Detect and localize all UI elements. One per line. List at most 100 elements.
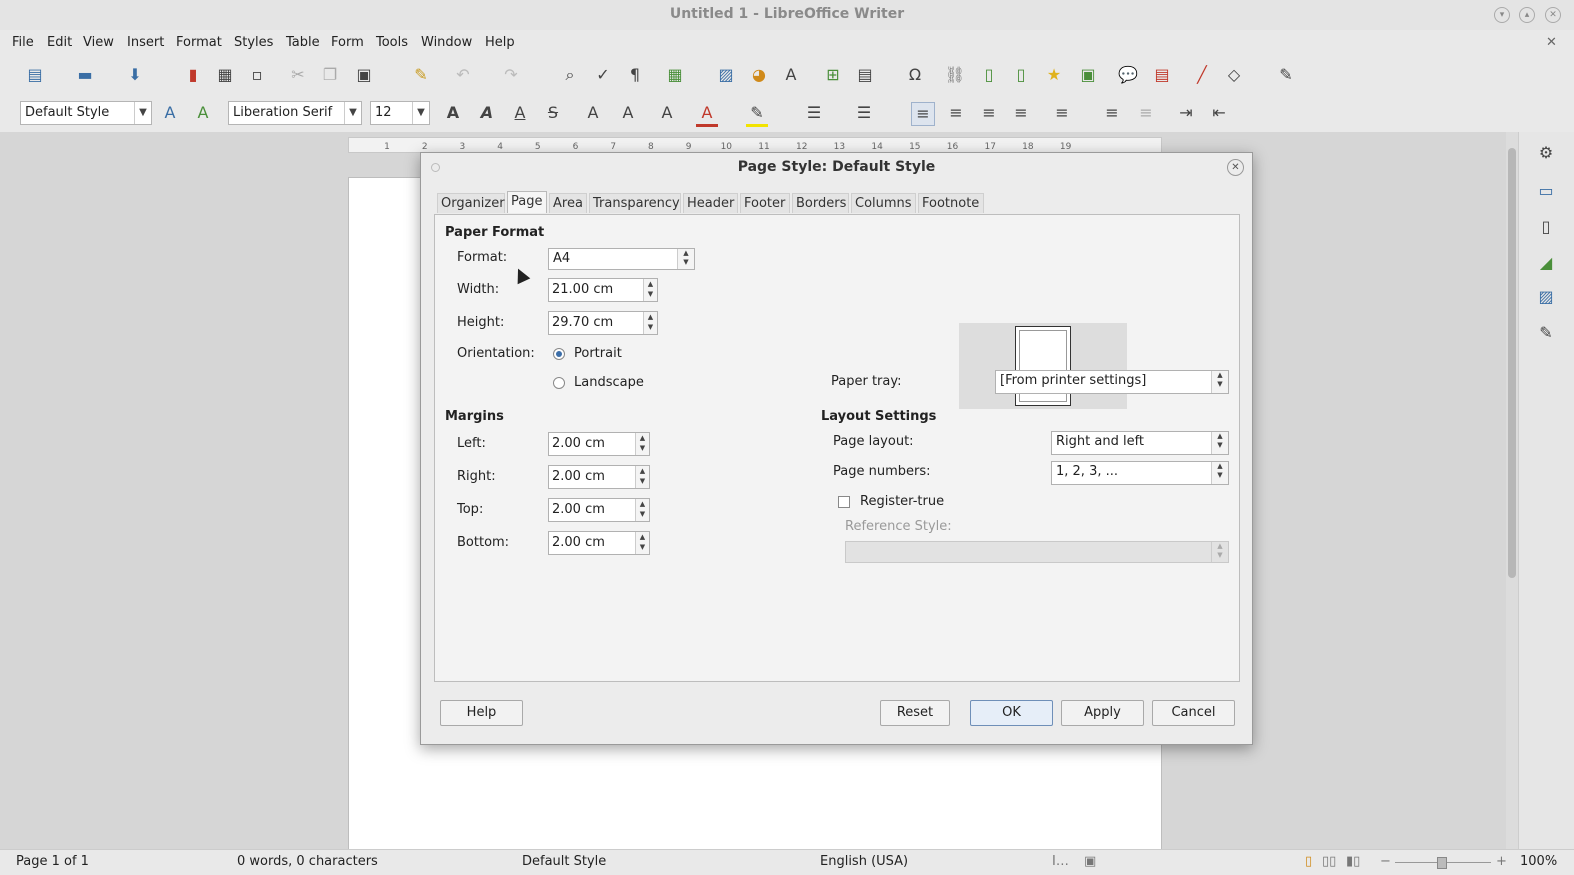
- menu-edit[interactable]: Edit: [47, 35, 72, 50]
- stepper-icon[interactable]: ▲ ▼: [635, 499, 649, 521]
- menu-styles[interactable]: Styles: [234, 35, 273, 50]
- special-character-icon[interactable]: Ω: [904, 64, 926, 86]
- bold-icon[interactable]: A: [442, 102, 464, 124]
- italic-icon[interactable]: A: [476, 102, 498, 124]
- update-style-icon[interactable]: A: [159, 102, 181, 124]
- page-numbers-select[interactable]: 1, 2, 3, ... ▲ ▼: [1051, 461, 1229, 485]
- margin-left-field[interactable]: 2.00 cm ▲ ▼: [548, 432, 650, 456]
- manage-changes-icon[interactable]: ✎: [1535, 322, 1557, 344]
- tab-columns[interactable]: Columns: [851, 193, 916, 213]
- gallery-icon[interactable]: ◢: [1535, 252, 1557, 274]
- track-changes-icon[interactable]: ▤: [1151, 64, 1173, 86]
- close-icon[interactable]: ✕: [1227, 159, 1244, 176]
- menu-file[interactable]: File: [12, 35, 34, 50]
- chevron-down-icon[interactable]: ▼: [344, 102, 361, 124]
- zoom-in-icon[interactable]: +: [1496, 854, 1507, 869]
- zoom-out-icon[interactable]: −: [1380, 854, 1391, 869]
- align-left-icon[interactable]: ≡: [911, 102, 935, 126]
- insert-page-break-icon[interactable]: ⊞: [822, 64, 844, 86]
- footnote-icon[interactable]: ▯: [978, 64, 1000, 86]
- margin-right-field[interactable]: 2.00 cm ▲ ▼: [548, 465, 650, 489]
- ordered-list-icon[interactable]: ☰: [853, 102, 875, 124]
- stepper-icon[interactable]: ▲ ▼: [643, 279, 657, 301]
- tab-area[interactable]: Area: [549, 193, 587, 213]
- menu-format[interactable]: Format: [176, 35, 222, 50]
- menu-tools[interactable]: Tools: [376, 35, 408, 50]
- menu-form[interactable]: Form: [331, 35, 364, 50]
- spelling-icon[interactable]: ✓: [592, 64, 614, 86]
- page-style-status[interactable]: Default Style: [522, 854, 606, 869]
- stepper-icon[interactable]: ▲ ▼: [635, 532, 649, 554]
- insert-field-icon[interactable]: ▤: [854, 64, 876, 86]
- superscript-icon[interactable]: A: [582, 102, 604, 124]
- hyperlink-icon[interactable]: ⛓: [944, 64, 966, 86]
- single-page-view-icon[interactable]: ▯: [1305, 854, 1312, 869]
- margin-bottom-field[interactable]: 2.00 cm ▲ ▼: [548, 531, 650, 555]
- justify-icon[interactable]: ≡: [1010, 102, 1032, 124]
- formatting-marks-icon[interactable]: ¶: [624, 64, 646, 86]
- cancel-button[interactable]: Cancel: [1152, 700, 1235, 726]
- insert-line-icon[interactable]: ╱: [1191, 64, 1213, 86]
- close-window-icon[interactable]: ✕: [1545, 7, 1561, 23]
- reset-button[interactable]: Reset: [880, 700, 950, 726]
- reference-style-select[interactable]: ▲ ▼: [845, 541, 1229, 563]
- comment-icon[interactable]: 💬: [1117, 64, 1139, 86]
- new-document-icon[interactable]: ▤: [24, 64, 46, 86]
- cut-icon[interactable]: ✂: [287, 64, 309, 86]
- landscape-label[interactable]: Landscape: [574, 375, 644, 390]
- print-preview-icon[interactable]: ▫: [246, 64, 268, 86]
- align-right-icon[interactable]: ≡: [978, 102, 1000, 124]
- copy-icon[interactable]: ❐: [319, 64, 341, 86]
- print-icon[interactable]: ▦: [214, 64, 236, 86]
- font-color-icon[interactable]: A: [696, 102, 718, 127]
- unordered-list-icon[interactable]: ☰: [803, 102, 825, 124]
- new-style-icon[interactable]: A: [192, 102, 214, 124]
- find-replace-icon[interactable]: ⌕: [559, 64, 581, 86]
- maximize-icon[interactable]: ▴: [1519, 7, 1535, 23]
- basic-shapes-icon[interactable]: ◇: [1223, 64, 1245, 86]
- page-count[interactable]: Page 1 of 1: [16, 854, 89, 869]
- help-button[interactable]: Help: [440, 700, 523, 726]
- minimize-icon[interactable]: ▾: [1494, 7, 1510, 23]
- zoom-slider-handle[interactable]: [1437, 857, 1447, 869]
- navigator-icon[interactable]: ▨: [1535, 286, 1557, 308]
- selection-mode-icon[interactable]: ▣: [1084, 854, 1096, 869]
- decrease-indent-icon[interactable]: ⇤: [1208, 102, 1230, 124]
- paste-icon[interactable]: ▣: [353, 64, 375, 86]
- spin-arrows-icon[interactable]: ▲ ▼: [1211, 371, 1228, 393]
- insert-mode-icon[interactable]: I…: [1052, 854, 1069, 869]
- undo-icon[interactable]: ↶: [452, 64, 474, 86]
- clear-formatting-icon[interactable]: A: [656, 102, 678, 124]
- save-icon[interactable]: ⬇: [124, 64, 146, 86]
- tab-borders[interactable]: Borders: [792, 193, 849, 213]
- tab-page[interactable]: Page: [507, 191, 547, 213]
- scrollbar-thumb[interactable]: [1508, 148, 1516, 578]
- horizontal-ruler[interactable]: 1 2 3 4 5 6 7 8 9 10 11 12 13 14 15 16 17 18 19: [348, 137, 1162, 153]
- margin-top-field[interactable]: 2.00 cm ▲ ▼: [548, 498, 650, 522]
- spin-arrows-icon[interactable]: ▲ ▼: [1211, 462, 1228, 484]
- line-spacing-icon[interactable]: ≡: [1051, 102, 1073, 124]
- font-name-combo[interactable]: Liberation Serif ▼: [228, 101, 362, 125]
- export-pdf-icon[interactable]: ▮: [182, 64, 204, 86]
- underline-icon[interactable]: A: [509, 102, 531, 124]
- styles-icon[interactable]: ▭: [1535, 180, 1557, 202]
- cross-reference-icon[interactable]: ▣: [1077, 64, 1099, 86]
- book-view-icon[interactable]: ▮▯: [1346, 854, 1360, 869]
- insert-image-icon[interactable]: ▨: [715, 64, 737, 86]
- increase-indent-icon[interactable]: ⇥: [1175, 102, 1197, 124]
- endnote-icon[interactable]: ▯: [1010, 64, 1032, 86]
- clone-formatting-icon[interactable]: ✎: [410, 64, 432, 86]
- tab-footer[interactable]: Footer: [740, 193, 790, 213]
- page-layout-select[interactable]: Right and left ▲ ▼: [1051, 431, 1229, 455]
- insert-chart-icon[interactable]: ◕: [748, 64, 770, 86]
- align-center-icon[interactable]: ≡: [945, 102, 967, 124]
- spin-arrows-icon[interactable]: ▲ ▼: [677, 249, 694, 269]
- ok-button[interactable]: OK: [970, 700, 1053, 726]
- landscape-radio[interactable]: [553, 377, 565, 389]
- portrait-radio[interactable]: [553, 348, 565, 360]
- register-true-checkbox[interactable]: [838, 496, 850, 508]
- redo-icon[interactable]: ↷: [500, 64, 522, 86]
- multi-page-view-icon[interactable]: ▯▯: [1322, 854, 1336, 869]
- menu-help[interactable]: Help: [485, 35, 515, 50]
- strikethrough-icon[interactable]: S: [542, 102, 564, 124]
